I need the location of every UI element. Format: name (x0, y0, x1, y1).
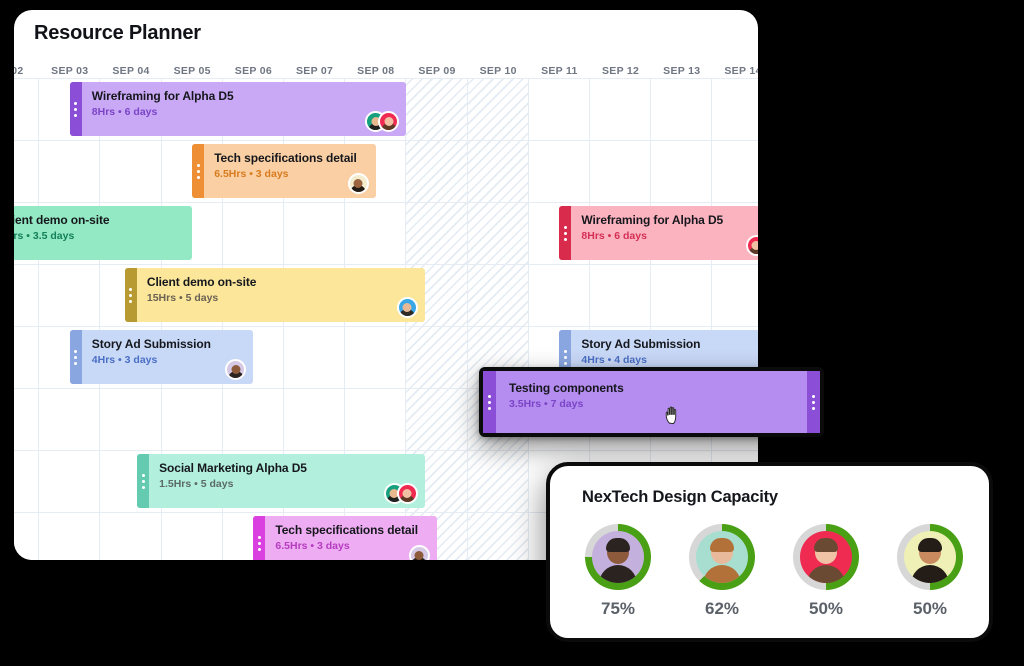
screen-root: Resource Planner EP 02SEP 03SEP 04SEP 05… (0, 0, 1024, 666)
task-bar-body: Story Ad Submission 4Hrs • 3 days (82, 330, 254, 384)
capacity-panel: NexTech Design Capacity 75% 62% 50% 50% (546, 462, 993, 642)
task-bar[interactable]: Wireframing for Alpha D5 8Hrs • 6 days (559, 206, 758, 260)
capacity-avatar (592, 531, 644, 583)
task-bar-body: Tech specifications detail 6.5Hrs • 3 day… (265, 516, 437, 560)
task-meta: 8Hrs • 6 days (581, 230, 647, 242)
grid-row-line (14, 202, 758, 203)
capacity-member[interactable]: 50% (786, 524, 866, 619)
task-bar[interactable]: Tech specifications detail 6.5Hrs • 3 day… (192, 144, 376, 198)
grid-row-line (14, 78, 758, 79)
task-assignees[interactable] (365, 111, 400, 132)
capacity-donut-ring (689, 524, 755, 590)
task-title: Tech specifications detail (214, 151, 357, 165)
dragged-task-body: Testing components 3.5Hrs • 7 days (496, 371, 807, 433)
task-title: Story Ad Submission (91, 337, 211, 351)
task-title: Tech specifications detail (275, 523, 418, 537)
task-title: Client demo on-site (146, 275, 257, 289)
task-bar-body: Wireframing for Alpha D5 8Hrs • 6 days (82, 82, 407, 136)
weekend-column[interactable] (467, 78, 529, 560)
task-drag-handle[interactable] (69, 82, 82, 136)
task-bar[interactable]: Client demo on-site 15Hrs • 5 days (124, 268, 425, 322)
task-meta: 8Hrs • 6 days (91, 106, 158, 118)
task-meta: 15Hrs • 5 days (146, 292, 219, 304)
capacity-member[interactable]: 75% (578, 524, 658, 619)
capacity-avatar (696, 531, 748, 583)
task-assignees[interactable] (745, 235, 758, 256)
task-bar-body: Tech specifications detail 6.5Hrs • 3 day… (204, 144, 376, 198)
task-title: Client demo on-site (14, 213, 110, 227)
task-bar[interactable]: Social Marketing Alpha D5 1.5Hrs • 5 days (137, 454, 425, 508)
task-bar[interactable]: Wireframing for Alpha D5 8Hrs • 6 days (69, 82, 407, 136)
task-drag-handle[interactable] (192, 144, 205, 198)
task-assignees[interactable] (396, 297, 418, 318)
dragged-task-subtitle: 3.5Hrs • 7 days (509, 398, 584, 410)
task-bar[interactable]: Tech specifications detail 6.5Hrs • 3 day… (253, 516, 437, 560)
grid-row-line (14, 326, 758, 327)
task-assignees[interactable] (383, 483, 418, 504)
task-title: Wireframing for Alpha D5 (581, 213, 724, 227)
capacity-member[interactable]: 62% (682, 524, 762, 619)
task-assignees[interactable] (225, 359, 247, 380)
lavender-avatar[interactable] (408, 545, 430, 560)
task-title: Wireframing for Alpha D5 (91, 89, 234, 103)
task-meta: 5Hrs • 3.5 days (14, 230, 75, 242)
capacity-percent-label: 50% (912, 599, 948, 618)
task-title: Story Ad Submission (581, 337, 701, 351)
task-drag-handle[interactable] (559, 206, 572, 260)
task-title: Social Marketing Alpha D5 (159, 461, 307, 475)
crimson-avatar[interactable] (396, 483, 418, 504)
capacity-member[interactable]: 50% (890, 524, 970, 619)
task-bar[interactable]: Client demo on-site 5Hrs • 3.5 days (14, 206, 193, 260)
capacity-percent-label: 62% (704, 599, 740, 618)
task-drag-handle[interactable] (137, 454, 150, 508)
drag-handle-left[interactable] (483, 371, 496, 433)
task-drag-handle[interactable] (253, 516, 266, 560)
crimson-avatar[interactable] (378, 111, 400, 132)
day-column[interactable] (14, 78, 40, 560)
task-bar-body: Wireframing for Alpha D5 8Hrs • 6 days (571, 206, 758, 260)
capacity-percent-label: 75% (600, 599, 636, 618)
task-drag-handle[interactable] (69, 330, 82, 384)
capacity-donut-ring (897, 524, 963, 590)
page-title: Resource Planner (34, 22, 201, 44)
capacity-donut-ring (793, 524, 859, 590)
task-assignees[interactable] (347, 173, 369, 194)
lavender-avatar[interactable] (225, 359, 247, 380)
dragged-task-title: Testing components (509, 381, 624, 395)
task-drag-handle[interactable] (124, 268, 137, 322)
task-bar[interactable]: Story Ad Submission 4Hrs • 3 days (69, 330, 254, 384)
capacity-donut-ring (585, 524, 651, 590)
task-meta: 4Hrs • 4 days (581, 354, 647, 366)
capacity-avatar (800, 531, 852, 583)
dragged-task-card[interactable]: Testing components 3.5Hrs • 7 days (479, 367, 824, 437)
task-bar-body: Client demo on-site 5Hrs • 3.5 days (14, 206, 192, 260)
task-assignees[interactable] (408, 545, 430, 560)
crimson-avatar[interactable] (745, 235, 758, 256)
capacity-title: NexTech Design Capacity (582, 488, 778, 506)
drag-handle-right[interactable] (807, 371, 820, 433)
grab-hand-cursor (665, 406, 677, 425)
capacity-percent-label: 50% (808, 599, 844, 618)
capacity-members-row: 75% 62% 50% 50% (578, 524, 970, 619)
capacity-avatar (904, 531, 956, 583)
blue-avatar[interactable] (396, 297, 418, 318)
task-bar-body: Client demo on-site 15Hrs • 5 days (137, 268, 425, 322)
grid-row-line (14, 140, 758, 141)
grid-row-line (14, 450, 758, 451)
grid-row-line (14, 264, 758, 265)
task-bar-body: Social Marketing Alpha D5 1.5Hrs • 5 days (149, 454, 425, 508)
day-column[interactable] (39, 78, 101, 560)
cream-avatar[interactable] (347, 173, 369, 194)
